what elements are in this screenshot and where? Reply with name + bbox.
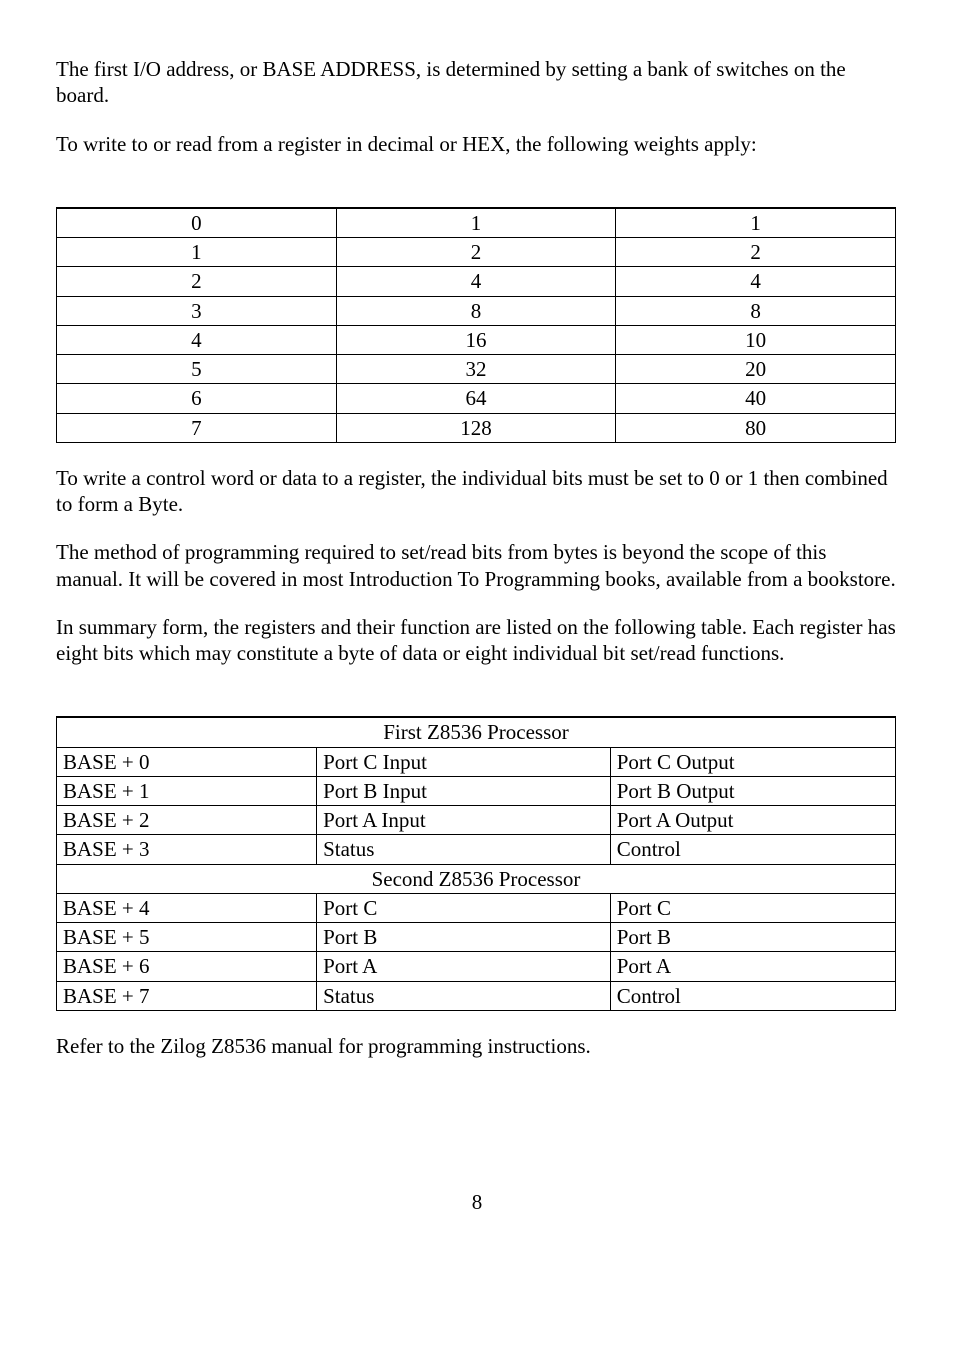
table-cell: 4	[616, 267, 896, 296]
table-cell: 4	[57, 325, 337, 354]
table-row: BASE + 4Port CPort C	[57, 893, 896, 922]
table-cell: 1	[616, 208, 896, 238]
table-cell: Port A Input	[317, 806, 611, 835]
table-cell: 1	[336, 208, 616, 238]
paragraph-text: To write a control word or data to a reg…	[56, 465, 898, 518]
table-cell: BASE + 0	[57, 747, 317, 776]
table-cell: Port B	[610, 923, 895, 952]
table-row: BASE + 3StatusControl	[57, 835, 896, 864]
table-section-cell: Second Z8536 Processor	[57, 864, 896, 893]
table-row: BASE + 1Port B InputPort B Output	[57, 776, 896, 805]
paragraph-text: The first I/O address, or BASE ADDRESS, …	[56, 56, 898, 109]
table-cell: 10	[616, 325, 896, 354]
table-cell: 40	[616, 384, 896, 413]
table-row: BASE + 0Port C InputPort C Output	[57, 747, 896, 776]
table-cell: Control	[610, 835, 895, 864]
table-section-row: First Z8536 Processor	[57, 717, 896, 747]
table-cell: Port B	[317, 923, 611, 952]
table-row: 41610	[57, 325, 896, 354]
table-cell: 0	[57, 208, 337, 238]
table-cell: 80	[616, 413, 896, 442]
table-cell: Port B Output	[610, 776, 895, 805]
table-cell: Port A Output	[610, 806, 895, 835]
table-cell: 7	[57, 413, 337, 442]
table-cell: BASE + 6	[57, 952, 317, 981]
table-header-row	[57, 688, 896, 717]
table-cell: 20	[616, 355, 896, 384]
paragraph-text: In summary form, the registers and their…	[56, 614, 898, 667]
text: The method of programming required to se…	[56, 540, 896, 590]
table-cell: 1	[57, 238, 337, 267]
table-cell: Port C	[610, 893, 895, 922]
text: To write a control word or data to a reg…	[56, 466, 888, 516]
table-cell: Port A	[317, 952, 611, 981]
table-row: 244	[57, 267, 896, 296]
table-cell: 64	[336, 384, 616, 413]
table-row: 712880	[57, 413, 896, 442]
table-cell: BASE + 2	[57, 806, 317, 835]
table-cell: 8	[616, 296, 896, 325]
table-cell: Port C Input	[317, 747, 611, 776]
table-cell: 2	[57, 267, 337, 296]
table-row: 011	[57, 208, 896, 238]
table-cell: 32	[336, 355, 616, 384]
registers-table: First Z8536 Processor BASE + 0Port C Inp…	[56, 688, 896, 1011]
paragraph-text: The method of programming required to se…	[56, 539, 898, 592]
table-cell: BASE + 4	[57, 893, 317, 922]
weights-table: 011 122 244 388 41610 53220 66440 712880	[56, 179, 896, 443]
table-section-row: Second Z8536 Processor	[57, 864, 896, 893]
table-cell: 5	[57, 355, 337, 384]
table-header-cell	[336, 179, 616, 208]
table-header-cell	[57, 688, 317, 717]
table-header-row	[57, 179, 896, 208]
table-header-cell	[610, 688, 895, 717]
table-cell: BASE + 7	[57, 981, 317, 1010]
table-section-cell: First Z8536 Processor	[57, 717, 896, 747]
table-cell: 3	[57, 296, 337, 325]
page-number: 8	[56, 1189, 898, 1215]
table-row: 53220	[57, 355, 896, 384]
table-row: 388	[57, 296, 896, 325]
table-cell: BASE + 1	[57, 776, 317, 805]
paragraph-text: Refer to the Zilog Z8536 manual for prog…	[56, 1033, 898, 1059]
text: To write to or read from a register in d…	[56, 132, 757, 156]
table-cell: BASE + 3	[57, 835, 317, 864]
text: In summary form, the registers and their…	[56, 615, 896, 665]
table-cell: 6	[57, 384, 337, 413]
text: The first I/O address, or BASE ADDRESS, …	[56, 57, 846, 107]
table-row: BASE + 6Port APort A	[57, 952, 896, 981]
table-header-cell	[616, 179, 896, 208]
table-cell: Control	[610, 981, 895, 1010]
table-row: 122	[57, 238, 896, 267]
table-cell: Port C Output	[610, 747, 895, 776]
table-header-cell	[57, 179, 337, 208]
table-cell: Port A	[610, 952, 895, 981]
table-cell: 128	[336, 413, 616, 442]
table-cell: 8	[336, 296, 616, 325]
table-row: BASE + 7StatusControl	[57, 981, 896, 1010]
table-cell: 2	[616, 238, 896, 267]
paragraph-text: To write to or read from a register in d…	[56, 131, 898, 157]
page-number-text: 8	[472, 1190, 483, 1214]
table-cell: Status	[317, 835, 611, 864]
text: Refer to the Zilog Z8536 manual for prog…	[56, 1034, 591, 1058]
table-cell: Status	[317, 981, 611, 1010]
table-cell: Port C	[317, 893, 611, 922]
table-cell: 2	[336, 238, 616, 267]
table-cell: Port B Input	[317, 776, 611, 805]
table-row: BASE + 2Port A InputPort A Output	[57, 806, 896, 835]
table-cell: BASE + 5	[57, 923, 317, 952]
table-row: BASE + 5Port BPort B	[57, 923, 896, 952]
table-header-cell	[317, 688, 611, 717]
table-cell: 4	[336, 267, 616, 296]
table-cell: 16	[336, 325, 616, 354]
table-row: 66440	[57, 384, 896, 413]
